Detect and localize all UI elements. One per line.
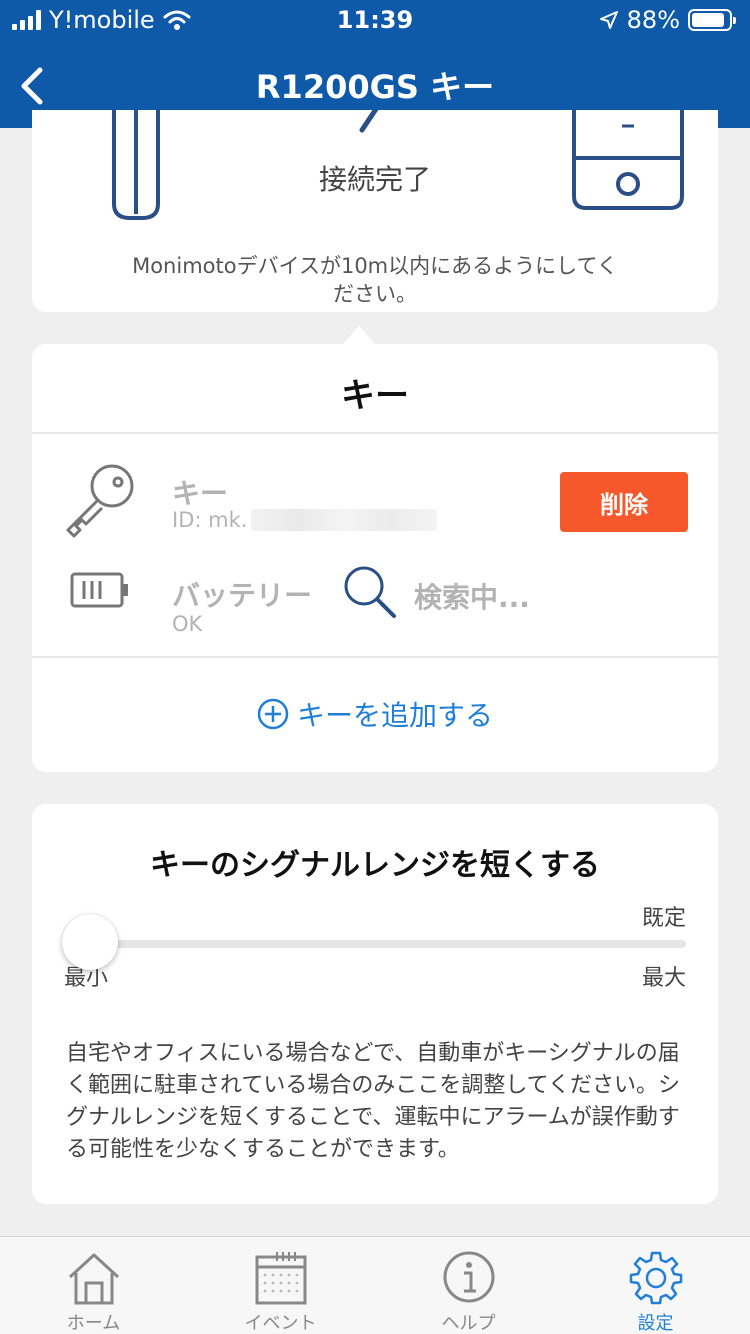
key-section-title: キー	[341, 376, 409, 416]
tab-home[interactable]: ホーム	[0, 1237, 187, 1334]
tab-label: ホーム	[66, 1313, 121, 1334]
tab-label: 設定	[637, 1313, 674, 1334]
status-bar: Y!mobile 11:39 88%	[0, 0, 750, 40]
info-icon	[443, 1251, 495, 1303]
divider	[32, 432, 718, 434]
battery-label: バッテリー	[172, 579, 313, 612]
connection-status: 接続完了	[318, 163, 431, 196]
key-icon	[66, 464, 134, 538]
card-pointer	[343, 326, 375, 344]
connection-hint: Monimotoデバイスが10m以内にあるようにしてください。	[132, 254, 618, 306]
search-icon	[344, 566, 396, 618]
battery-status: OK	[172, 612, 203, 636]
battery-status-icon	[70, 572, 128, 608]
signal-line-icon	[359, 110, 379, 133]
battery-fill	[692, 13, 724, 27]
page-title: R1200GS キー	[255, 68, 495, 106]
range-slider-track[interactable]	[90, 940, 686, 948]
key-label: キー	[172, 477, 229, 510]
tab-label: イベント	[244, 1313, 317, 1334]
range-title: キーのシグナルレンジを短くする	[150, 848, 600, 883]
battery-percent: 88%	[626, 6, 680, 34]
home-icon	[68, 1253, 120, 1305]
max-label: 最大	[641, 966, 686, 991]
gear-icon	[629, 1251, 683, 1305]
range-description: 自宅やオフィスにいる場合などで、自動車がキーシグナルの届く範囲に駐車されている場…	[66, 1041, 681, 1162]
signal-range-card: キーのシグナルレンジを短くする 既定 最小 最大 自宅やオフィスにいる場合などで…	[32, 804, 718, 1204]
connection-card: 接続完了 Monimotoデバイスが10m以内にあるようにしてください。	[32, 110, 718, 312]
default-label: 既定	[641, 906, 686, 931]
key-card: キー キー ID: mk. 削除 バッテリー OK 検索中... キーを追加する	[32, 344, 718, 772]
divider	[32, 656, 718, 658]
top-bar: Y!mobile 11:39 88% R1200GS キー	[0, 0, 750, 128]
calendar-icon	[255, 1252, 307, 1305]
key-id-redacted	[251, 509, 438, 531]
battery-icon	[688, 9, 736, 31]
delete-button[interactable]: 削除	[560, 472, 688, 532]
range-slider-knob[interactable]	[62, 914, 118, 970]
key-id-row: ID: mk.	[172, 508, 438, 532]
tab-settings[interactable]: 設定	[562, 1237, 749, 1334]
add-key-label: キーを追加する	[296, 699, 493, 732]
add-key-button[interactable]: キーを追加する	[32, 694, 718, 734]
location-arrow-icon	[599, 11, 618, 29]
tab-help[interactable]: ヘルプ	[375, 1237, 562, 1334]
search-status: 検索中...	[414, 581, 530, 614]
tab-bar: ホーム イベント ヘルプ 設定	[0, 1236, 750, 1334]
plus-circle-icon	[257, 698, 289, 730]
tab-events[interactable]: イベント	[187, 1237, 374, 1334]
status-right: 88%	[599, 6, 736, 34]
key-id: ID: mk.	[172, 508, 248, 532]
tab-label: ヘルプ	[441, 1313, 496, 1334]
